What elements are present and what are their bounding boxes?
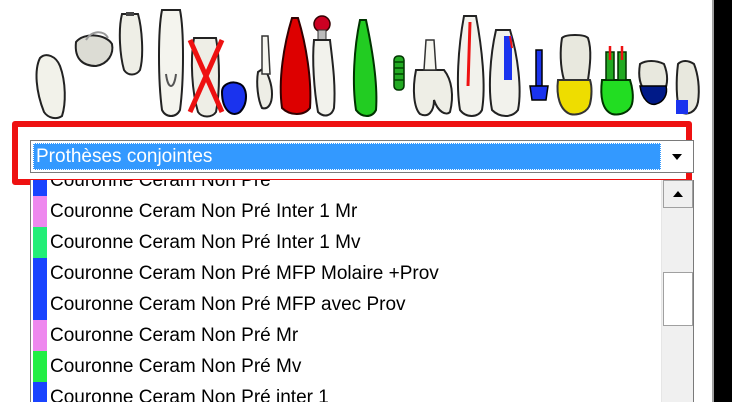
list-item-label: Couronne Ceram Non Pré Mr [50, 325, 299, 346]
scroll-thumb[interactable] [663, 272, 693, 326]
rotated-tooth-icon[interactable] [74, 31, 114, 68]
row-color-swatch [33, 227, 47, 258]
list-item-label: Couronne Ceram Non Pré MFP Molaire +Prov [50, 263, 439, 284]
row-color-swatch [33, 351, 47, 382]
row-color-swatch [33, 320, 47, 351]
root-canal-red-icon[interactable] [456, 15, 485, 117]
scroll-up-button[interactable] [663, 180, 693, 208]
yellow-crown-molar-icon[interactable] [556, 34, 593, 116]
list-item[interactable]: Couronne Ceram Non Pré Mv [31, 351, 661, 382]
list-item[interactable]: Couronne Ceram Non Pré MFP avec Prov [31, 289, 661, 320]
green-crown-icon[interactable] [352, 19, 378, 117]
blue-corner-tooth-icon[interactable] [675, 60, 700, 115]
green-bridge-molar-icon[interactable] [600, 46, 634, 116]
list-item[interactable]: Couronne Ceram Non Pré Inter 1 Mv [31, 227, 661, 258]
list-item[interactable]: Couronne Ceram Non Pré Inter 1 Mr [31, 196, 661, 227]
list-item[interactable]: Couronne Ceram Non Pré Mr [31, 320, 661, 351]
red-ball-attachment-icon[interactable] [312, 15, 336, 117]
navy-crown-icon[interactable] [638, 60, 668, 106]
list-item-label: Couronne Ceram Non Pré [50, 180, 271, 191]
dropdown-arrow-icon[interactable] [664, 143, 690, 170]
category-selected-value: Prothèses conjointes [33, 143, 661, 170]
dental-chart-panel: Prothèses conjointes Couronne Ceram Non … [0, 0, 712, 402]
panel-border [712, 0, 714, 402]
root-tip-icon[interactable] [256, 35, 274, 110]
row-color-swatch [33, 289, 47, 320]
row-color-swatch [33, 382, 47, 402]
canine-side-tooth-icon[interactable] [35, 54, 66, 120]
list-scrollbar[interactable] [661, 180, 693, 402]
row-color-swatch [33, 258, 47, 289]
list-item[interactable]: Couronne Ceram Non Pré inter 1 [31, 382, 661, 402]
root-post-tooth-icon[interactable] [158, 9, 184, 117]
prosthesis-list[interactable]: Couronne Ceram Non Pré Couronne Ceram No… [30, 180, 694, 402]
list-item-label: Couronne Ceram Non Pré inter 1 [50, 387, 329, 402]
category-dropdown[interactable]: Prothèses conjointes [30, 140, 694, 173]
tooth-type-toolbar [35, 9, 700, 120]
red-post-core-icon[interactable] [279, 17, 312, 115]
root-canal-blue-icon[interactable] [488, 29, 521, 117]
list-item-label: Couronne Ceram Non Pré Mv [50, 356, 302, 377]
incisor-tooth-icon[interactable] [118, 12, 144, 76]
arrow-up-icon [673, 191, 683, 197]
extracted-tooth-icon[interactable] [187, 37, 225, 118]
list-item[interactable]: Couronne Ceram Non Pré [31, 180, 661, 196]
pin-implant-icon[interactable] [529, 49, 549, 101]
green-screw-icon[interactable] [393, 55, 405, 91]
list-item-label: Couronne Ceram Non Pré MFP avec Prov [50, 294, 406, 315]
bicuspid-tooth-icon[interactable] [412, 39, 453, 117]
list-item-label: Couronne Ceram Non Pré Inter 1 Mv [50, 232, 361, 253]
list-item[interactable]: Couronne Ceram Non Pré MFP Molaire +Prov [31, 258, 661, 289]
row-color-swatch [33, 196, 47, 227]
row-color-swatch [33, 180, 47, 196]
blue-implant-icon[interactable] [220, 81, 247, 115]
list-item-label: Couronne Ceram Non Pré Inter 1 Mr [50, 201, 358, 222]
